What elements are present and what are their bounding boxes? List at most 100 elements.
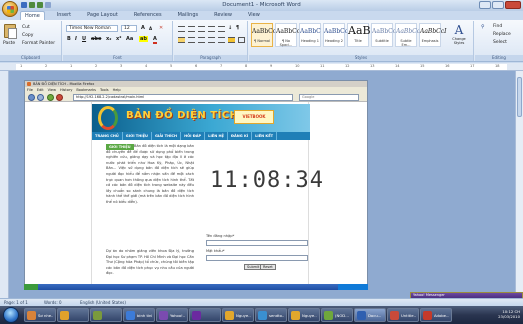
style-subtitle[interactable]: AaBbCc. Subtitle <box>371 23 398 47</box>
font-color-icon[interactable]: A <box>153 36 157 44</box>
status-page[interactable]: Page: 1 of 1 <box>4 300 28 305</box>
underline-button[interactable]: U <box>82 36 86 42</box>
minimize-button[interactable] <box>479 1 491 9</box>
tab-review[interactable]: Review <box>210 11 236 20</box>
ruler-number: 10 <box>295 64 300 68</box>
line-spacing-icon[interactable] <box>218 37 225 43</box>
editing-group: Find Replace Select ⚲ Editing <box>475 21 523 61</box>
style-emphasis[interactable]: AaBbCcI Emphasis <box>419 23 446 47</box>
window-controls <box>479 1 521 9</box>
close-button[interactable] <box>505 1 521 9</box>
change-styles-button[interactable]: A Change Styles <box>449 23 469 55</box>
browser-title: BẢN ĐỒ DIỆN TÍCH - Mozilla Firefox <box>33 82 95 86</box>
taskbar-item[interactable]: Nguye... <box>288 308 320 322</box>
increase-indent-icon[interactable] <box>218 26 225 32</box>
style-subtle-emphasis[interactable]: AaBbCcI Subtle Em... <box>395 23 422 47</box>
clear-format-icon[interactable]: ✕ <box>159 25 163 31</box>
taskbar-item[interactable]: binh tinh <box>123 308 155 322</box>
grow-font-icon[interactable]: A <box>141 25 145 31</box>
numbering-icon[interactable] <box>188 26 195 32</box>
tab-page-layout[interactable]: Page Layout <box>83 11 122 20</box>
taskbar-item[interactable]: Sơ nhe... <box>24 308 56 322</box>
taskbar-item-label: Nguye... <box>236 312 251 318</box>
style-heading-1[interactable]: AaBbC Heading 1 <box>299 23 321 47</box>
tab-view[interactable]: View <box>244 11 264 20</box>
copy-button[interactable]: Copy <box>22 33 33 38</box>
browser-viewport: BẢN ĐỒ DIỆN TÍCH VIETBOOK TRANG CHỦ GIỚI… <box>25 102 367 284</box>
taskbar-app-icon <box>324 310 333 320</box>
taskbar-item[interactable] <box>57 308 89 322</box>
paste-button[interactable]: Paste <box>3 41 15 46</box>
shading-icon[interactable] <box>228 37 235 43</box>
status-language[interactable]: English (United States) <box>80 300 126 305</box>
style-normal[interactable]: AaBbCcI ¶ Normal <box>251 23 278 47</box>
site-nav-faq: HỎI ĐÁP <box>181 132 206 140</box>
align-left-icon[interactable] <box>178 37 185 43</box>
taskbar-item[interactable]: Untitle... <box>387 308 419 322</box>
multilevel-list-icon[interactable] <box>198 26 205 32</box>
superscript-icon[interactable]: x² <box>116 36 121 42</box>
site-intro-text: Bản đồ diện tích là một dạng bản đồ chuy… <box>106 144 194 204</box>
taskbar-item[interactable]: sendto... <box>255 308 287 322</box>
change-case-icon[interactable]: Aa <box>126 36 133 42</box>
cut-button[interactable]: Cut <box>22 25 30 30</box>
tab-home[interactable]: Home <box>20 11 45 20</box>
font-name-select[interactable]: Times New Roman <box>66 25 118 32</box>
taskbar-item[interactable]: Nguye... <box>222 308 254 322</box>
firefox-icon <box>27 82 31 86</box>
vertical-scrollbar[interactable] <box>515 71 523 298</box>
style-title[interactable]: AaB Title <box>347 23 371 47</box>
style-heading-2[interactable]: AaBbCc Heading 2 <box>323 23 348 47</box>
find-button[interactable]: Find <box>493 24 502 29</box>
bullets-icon[interactable] <box>178 26 185 32</box>
taskbar-app-icon <box>60 310 69 320</box>
taskbar-app-icon <box>390 310 399 320</box>
style-sample: AaBbC <box>300 28 321 35</box>
tray-clock[interactable]: 10:12 CH 23/03/2010 <box>498 309 520 319</box>
office-button[interactable] <box>2 1 18 17</box>
format-painter-button[interactable]: Format Painter <box>22 41 55 46</box>
shrink-font-icon[interactable]: A <box>149 26 152 31</box>
bold-button[interactable]: B <box>67 36 71 42</box>
start-button[interactable] <box>3 307 19 323</box>
decrease-indent-icon[interactable] <box>208 26 215 32</box>
taskbar-item[interactable]: (NOD... <box>321 308 353 322</box>
horizontal-ruler[interactable]: 1 2 1 2 3 4 5 6 7 8 9 10 11 12 13 14 15 16 17 18 <box>0 63 523 71</box>
highlight-icon[interactable]: ab <box>139 36 148 42</box>
binoculars-icon[interactable]: ⚲ <box>481 24 485 30</box>
taskbar-item[interactable] <box>90 308 122 322</box>
window-title: Document1 - Microsoft Word <box>222 2 301 8</box>
taskbar-app-icon <box>27 310 36 320</box>
ruler-number: 13 <box>370 64 375 68</box>
italic-button[interactable]: I <box>75 36 77 42</box>
tab-references[interactable]: References <box>130 11 166 20</box>
tab-insert[interactable]: Insert <box>53 11 75 20</box>
maximize-button[interactable] <box>492 1 504 9</box>
show-marks-icon[interactable]: ¶ <box>236 25 239 31</box>
align-center-icon[interactable] <box>188 37 195 43</box>
paste-icon[interactable] <box>4 24 17 39</box>
system-tray: 10:12 CH 23/03/2010 <box>463 306 523 324</box>
pasted-start-icon <box>24 284 38 290</box>
strikethrough-icon[interactable]: abe <box>91 36 101 42</box>
login-reset-button: Reset <box>260 264 276 270</box>
scrollbar-thumb[interactable] <box>517 77 522 117</box>
replace-button[interactable]: Replace <box>493 32 511 37</box>
vertical-ruler[interactable] <box>0 71 9 298</box>
select-button[interactable]: Select <box>493 40 507 45</box>
subscript-icon[interactable]: x₂ <box>106 36 111 42</box>
taskbar-item[interactable] <box>189 308 221 322</box>
taskbar-item[interactable]: Adobe... <box>420 308 452 322</box>
pasted-taskbar <box>24 284 368 290</box>
font-size-select[interactable]: 12 <box>121 25 137 32</box>
status-words[interactable]: Words: 0 <box>44 300 62 305</box>
align-right-icon[interactable] <box>198 37 205 43</box>
borders-icon[interactable] <box>238 37 245 43</box>
taskbar-item[interactable]: Docu... <box>354 308 386 322</box>
styles-group: AaBbCcI ¶ Normal AaBbCcI ¶ No Spaci... A… <box>249 21 474 61</box>
justify-icon[interactable] <box>208 37 215 43</box>
sort-icon[interactable]: ↓ <box>228 25 232 31</box>
tab-mailings[interactable]: Mailings <box>174 11 203 20</box>
style-no-spacing[interactable]: AaBbCcI ¶ No Spaci... <box>275 23 302 47</box>
taskbar-item[interactable]: Yahoo!... <box>156 308 188 322</box>
